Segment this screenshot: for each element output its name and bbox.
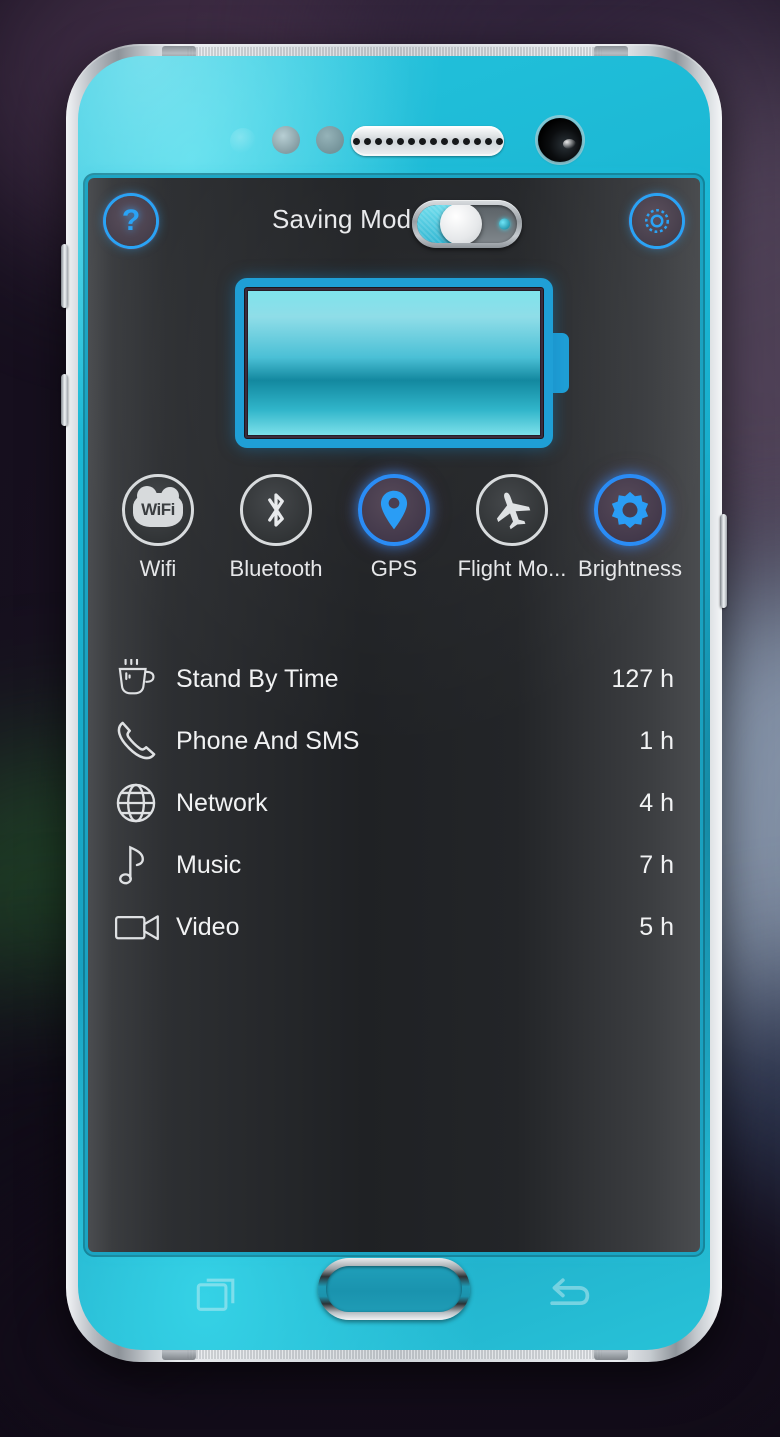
volume-down-button[interactable] <box>61 374 68 426</box>
toggle-led-icon <box>499 218 510 230</box>
list-item-value: 5 h <box>639 912 674 941</box>
phone-device: ? Saving Mode WiFi Wifi Bluetooth GPS Fl… <box>61 44 727 1362</box>
list-item[interactable]: Phone And SMS 1 h <box>114 710 674 772</box>
recents-icon <box>196 1278 235 1311</box>
list-item-label: Phone And SMS <box>176 726 360 755</box>
phone-front-face: ? Saving Mode WiFi Wifi Bluetooth GPS Fl… <box>78 56 710 1350</box>
ir-sensor-icon <box>316 126 344 154</box>
list-item[interactable]: Video 5 h <box>114 896 674 958</box>
quick-toggle-gps[interactable]: GPS <box>336 474 452 582</box>
list-item-value: 4 h <box>639 788 674 817</box>
power-button[interactable] <box>720 514 727 608</box>
list-item-value: 127 h <box>611 664 674 693</box>
page-title: Saving Mode <box>272 204 426 234</box>
battery-cap <box>552 333 569 393</box>
gps-toggle-circle[interactable] <box>358 474 430 546</box>
usage-list: Stand By Time 127 h Phone And SMS 1 h Ne… <box>88 648 700 958</box>
battery-indicator[interactable] <box>235 278 569 448</box>
phone-screen: ? Saving Mode WiFi Wifi Bluetooth GPS Fl… <box>88 178 700 1252</box>
back-button[interactable] <box>546 1274 592 1319</box>
list-item-label: Network <box>176 788 268 817</box>
gear-icon <box>644 208 670 234</box>
location-pin-icon <box>380 490 408 530</box>
brightness-toggle-circle[interactable] <box>594 474 666 546</box>
recents-button[interactable] <box>196 1274 242 1319</box>
quick-toggle-bluetooth[interactable]: Bluetooth <box>218 474 334 582</box>
proximity-sensor-icon <box>230 128 256 154</box>
app-header: ? Saving Mode <box>88 178 700 262</box>
list-item-label: Stand By Time <box>176 664 339 693</box>
saving-mode-toggle[interactable] <box>412 200 522 248</box>
battery-section <box>88 278 700 448</box>
quick-toggle-label: GPS <box>370 556 418 581</box>
list-item[interactable]: Stand By Time 127 h <box>114 648 674 710</box>
wifi-toggle-circle[interactable]: WiFi <box>122 474 194 546</box>
video-camera-icon <box>114 910 176 944</box>
flight-mode-toggle-circle[interactable] <box>476 474 548 546</box>
volume-up-button[interactable] <box>61 244 68 308</box>
home-button-inner <box>326 1266 462 1312</box>
list-item-label: Music <box>176 850 242 879</box>
home-button[interactable] <box>318 1258 470 1320</box>
music-note-icon <box>114 843 176 887</box>
list-item[interactable]: Network 4 h <box>114 772 674 834</box>
phone-icon <box>114 719 176 763</box>
quick-toggle-wifi[interactable]: WiFi Wifi <box>100 474 216 582</box>
quick-toggle-flight-mode[interactable]: Flight Mo... <box>454 474 570 582</box>
quick-toggle-label: Bluetooth <box>229 556 323 581</box>
back-arrow-icon <box>550 1278 590 1306</box>
front-camera-icon <box>538 118 582 162</box>
light-sensor-icon <box>272 126 300 154</box>
brightness-icon <box>611 491 649 529</box>
airplane-icon <box>496 492 531 530</box>
earpiece-speaker <box>351 126 504 156</box>
list-item[interactable]: Music 7 h <box>114 834 674 896</box>
device-nav-bar <box>78 1240 710 1350</box>
quick-toggle-row: WiFi Wifi Bluetooth GPS Flight Mo... Bri… <box>88 474 700 582</box>
bluetooth-icon <box>268 493 284 527</box>
list-item-value: 7 h <box>639 850 674 879</box>
bluetooth-toggle-circle[interactable] <box>240 474 312 546</box>
list-item-label: Video <box>176 912 240 941</box>
toggle-track <box>417 205 517 243</box>
battery-fill <box>248 291 540 435</box>
list-item-value: 1 h <box>639 726 674 755</box>
quick-toggle-label: Brightness <box>578 556 682 581</box>
quick-toggle-brightness[interactable]: Brightness <box>572 474 688 582</box>
quick-toggle-label: Wifi <box>139 556 177 581</box>
quick-toggle-label: Flight Mo... <box>457 556 567 581</box>
coffee-cup-icon <box>114 659 176 699</box>
settings-button[interactable] <box>632 196 682 246</box>
wifi-icon: WiFi <box>133 486 183 527</box>
toggle-knob[interactable] <box>440 205 482 243</box>
globe-icon <box>114 781 176 825</box>
